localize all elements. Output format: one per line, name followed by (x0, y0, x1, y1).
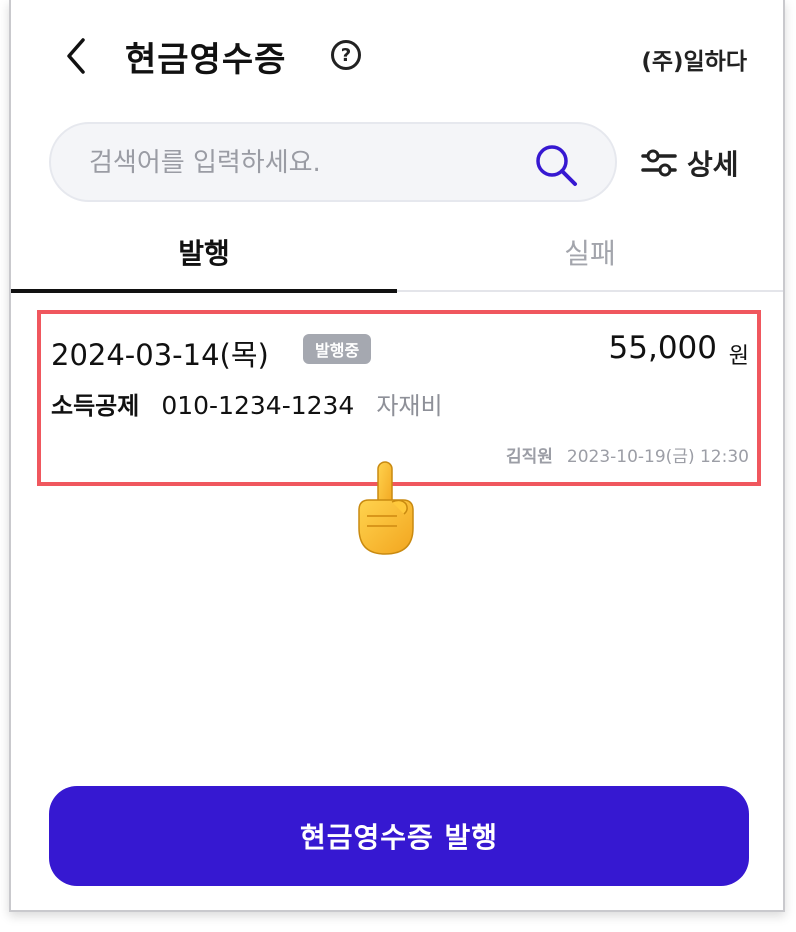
receipt-created-time: 2023-10-19(금) 12:30 (566, 447, 749, 467)
page-title: 현금영수증 (125, 40, 287, 80)
help-button[interactable]: ? (331, 40, 361, 70)
receipt-staff: 김직원 (505, 447, 553, 467)
company-name: (주)일하다 (641, 49, 747, 75)
receipt-date: 2024-03-14(목) (51, 338, 269, 372)
pointing-hand-icon (358, 461, 414, 555)
receipt-meta: 김직원 2023-10-19(금) 12:30 (506, 442, 749, 467)
chevron-left-icon (67, 38, 85, 74)
status-badge: 발행중 (303, 334, 372, 364)
detail-filter-button[interactable]: 상세 (641, 140, 739, 186)
search-input[interactable] (87, 144, 511, 182)
search-bar (49, 122, 617, 202)
tab-issued[interactable]: 발행 (11, 214, 397, 293)
tab-failed[interactable]: 실패 (397, 214, 783, 290)
receipt-category: 자재비 (376, 392, 443, 420)
issue-receipt-button[interactable]: 현금영수증 발행 (49, 786, 749, 886)
question-icon: ? (340, 44, 352, 66)
tab-bar: 발행 실패 (11, 214, 783, 293)
search-icon[interactable] (533, 142, 579, 188)
receipt-type: 소득공제 (51, 392, 140, 420)
receipt-phone: 010-1234-1234 (161, 391, 355, 420)
detail-filter-label: 상세 (687, 148, 739, 181)
app-frame: 현금영수증 ? (주)일하다 상세 발행 실패 2024-03-14(목) 발행… (9, 0, 785, 912)
currency-unit: 원 (728, 344, 749, 369)
sliders-icon (641, 149, 677, 177)
header: 현금영수증 ? (주)일하다 (11, 0, 783, 110)
back-button[interactable] (57, 36, 97, 76)
receipt-details: 소득공제 010-1234-1234 자재비 (51, 386, 443, 421)
receipt-amount: 55,000 (608, 330, 717, 366)
